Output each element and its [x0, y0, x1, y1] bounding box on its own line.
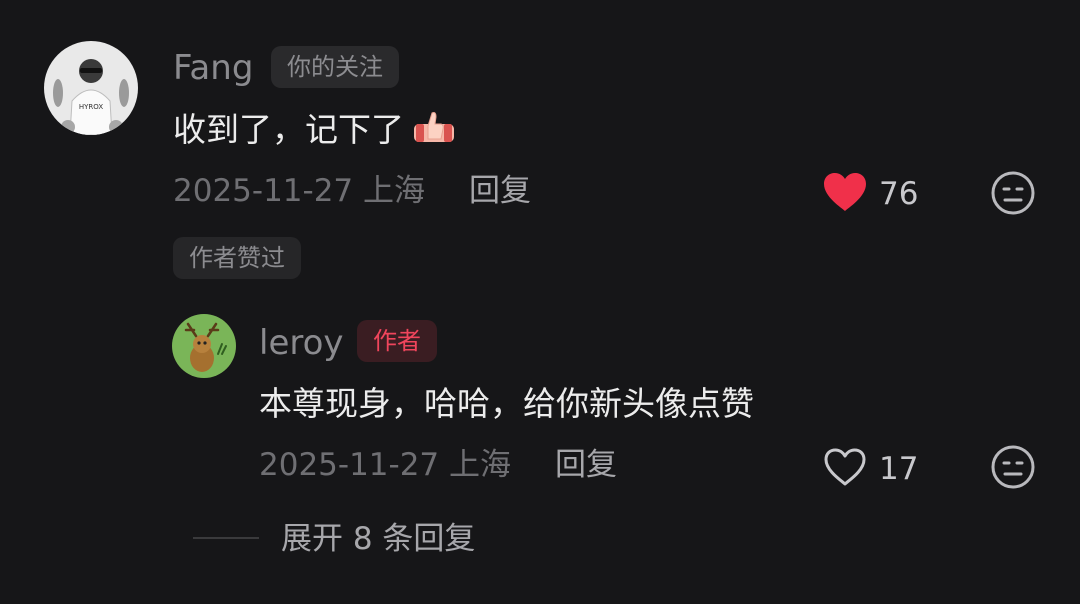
reply-avatar[interactable] [172, 314, 236, 378]
thumbs-up-emoji-icon [410, 110, 458, 153]
comment-username[interactable]: Fang [173, 48, 253, 88]
heart-filled-icon[interactable] [822, 171, 868, 213]
comment-reply-button[interactable]: 回复 [469, 172, 531, 210]
reply-text: 本尊现身，哈哈，给你新头像点赞 [259, 384, 754, 423]
reply-time-location: 2025-11-27 上海 [259, 447, 512, 483]
dislike-face-icon[interactable] [990, 170, 1036, 216]
reply-username[interactable]: leroy [259, 323, 344, 363]
reply-like-count: 17 [879, 451, 919, 487]
comment-like-count: 76 [879, 176, 919, 212]
expand-replies-button[interactable]: 展开 8 条回复 [281, 520, 475, 558]
comment-time-location: 2025-11-27 上海 [173, 173, 426, 209]
comment-text: 收到了，记下了 [173, 110, 458, 153]
comment-thread: HYROX Fang 你的关注 收到了，记下了 2025-11-27 上海 回复… [0, 0, 1080, 604]
svg-text:HYROX: HYROX [79, 103, 103, 111]
expand-divider [193, 537, 259, 539]
user-avatar[interactable]: HYROX [44, 41, 138, 135]
heart-outline-icon[interactable] [822, 446, 868, 488]
reply-reply-button[interactable]: 回复 [555, 446, 617, 484]
comment-text-content: 收到了，记下了 [173, 110, 404, 149]
following-tag: 你的关注 [271, 46, 399, 88]
author-tag: 作者 [357, 320, 437, 362]
author-liked-badge: 作者赞过 [173, 237, 301, 279]
reply-dislike-face-icon[interactable] [990, 444, 1036, 490]
